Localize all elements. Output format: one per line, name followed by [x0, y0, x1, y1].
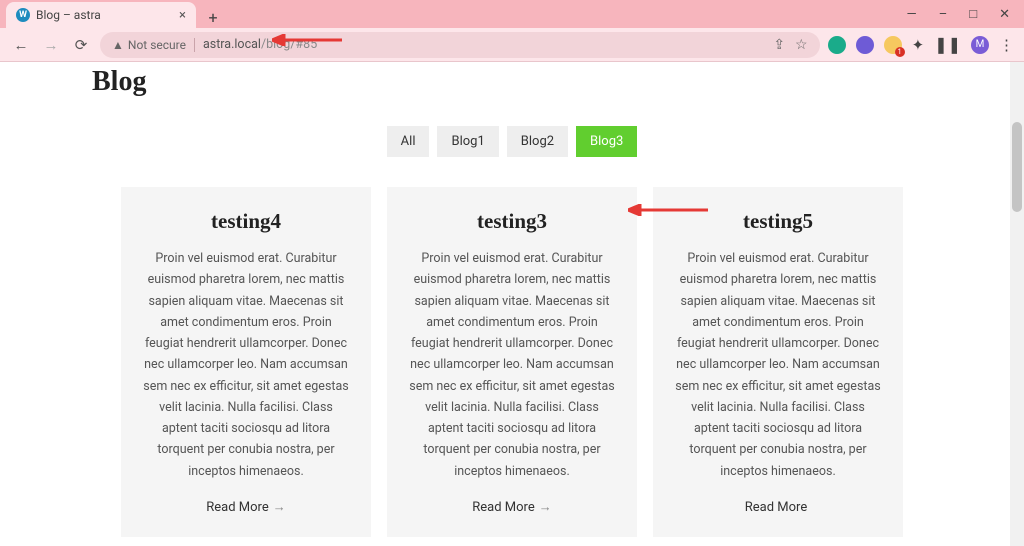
- browser-tab[interactable]: W Blog – astra ×: [6, 2, 196, 28]
- dash-icon[interactable]: –: [939, 7, 948, 22]
- pause-icon[interactable]: ❚❚: [934, 35, 961, 54]
- post-excerpt: Proin vel euismod erat. Curabitur euismo…: [407, 248, 617, 482]
- tab-strip: W Blog – astra × +: [0, 0, 224, 28]
- post-card: testing5 Proin vel euismod erat. Curabit…: [653, 187, 903, 537]
- post-title[interactable]: testing3: [407, 209, 617, 234]
- post-title[interactable]: testing5: [673, 209, 883, 234]
- filter-blog3[interactable]: Blog3: [576, 126, 637, 157]
- extension-icons: ✦ ❚❚ M ⋮: [828, 35, 1014, 54]
- filter-blog1[interactable]: Blog1: [437, 126, 498, 157]
- read-more-label: Read More: [206, 500, 268, 515]
- post-card: testing4 Proin vel euismod erat. Curabit…: [121, 187, 371, 537]
- bookmark-icon[interactable]: ☆: [795, 37, 808, 53]
- warning-icon: ▲: [112, 38, 124, 52]
- extension-green-icon[interactable]: [828, 36, 846, 54]
- read-more-label: Read More: [472, 500, 534, 515]
- window-titlebar: W Blog – astra × + — – □ ✕: [0, 0, 1024, 28]
- scrollbar-thumb[interactable]: [1012, 122, 1022, 212]
- menu-kebab-icon[interactable]: ⋮: [999, 36, 1014, 54]
- url-path: /blog/#85: [261, 37, 317, 52]
- url-host: astra.local: [203, 37, 261, 52]
- post-excerpt: Proin vel euismod erat. Curabitur euismo…: [141, 248, 351, 482]
- post-excerpt: Proin vel euismod erat. Curabitur euismo…: [673, 248, 883, 482]
- maximize-icon[interactable]: □: [969, 6, 977, 22]
- reload-button[interactable]: ⟳: [70, 34, 92, 56]
- tab-title: Blog – astra: [36, 8, 101, 22]
- extensions-menu-icon[interactable]: ✦: [912, 36, 925, 54]
- browser-toolbar: ← → ⟳ ▲ Not secure astra.local/blog/#85 …: [0, 28, 1024, 62]
- read-more-link[interactable]: Read More →: [206, 499, 285, 515]
- back-button[interactable]: ←: [10, 34, 32, 56]
- page-content: Blog All Blog1 Blog2 Blog3 testing4 Proi…: [0, 62, 1024, 546]
- extension-yellow-badge-icon[interactable]: [884, 36, 902, 54]
- page-viewport: Blog All Blog1 Blog2 Blog3 testing4 Proi…: [0, 62, 1024, 546]
- separator: [194, 38, 195, 52]
- minimize-icon[interactable]: —: [907, 7, 917, 22]
- extension-purple-icon[interactable]: [856, 36, 874, 54]
- post-title[interactable]: testing4: [141, 209, 351, 234]
- post-grid: testing4 Proin vel euismod erat. Curabit…: [0, 187, 1024, 537]
- share-icon[interactable]: ⇪: [773, 37, 785, 53]
- filter-tabs: All Blog1 Blog2 Blog3: [0, 126, 1024, 157]
- address-bar[interactable]: ▲ Not secure astra.local/blog/#85 ⇪ ☆: [100, 32, 820, 58]
- arrow-right-icon: →: [273, 499, 286, 515]
- close-tab-icon[interactable]: ×: [179, 8, 186, 23]
- profile-avatar-icon[interactable]: M: [971, 36, 989, 54]
- security-label: Not secure: [128, 38, 186, 52]
- read-more-label: Read More: [745, 500, 807, 515]
- new-tab-button[interactable]: +: [202, 6, 224, 28]
- filter-blog2[interactable]: Blog2: [507, 126, 568, 157]
- close-window-icon[interactable]: ✕: [999, 7, 1010, 22]
- filter-all[interactable]: All: [387, 126, 430, 157]
- window-controls: — – □ ✕: [907, 6, 1024, 22]
- arrow-right-icon: →: [539, 499, 552, 515]
- read-more-link[interactable]: Read More →: [472, 499, 551, 515]
- security-indicator[interactable]: ▲ Not secure: [112, 38, 186, 52]
- page-title: Blog: [92, 66, 1024, 98]
- forward-button[interactable]: →: [40, 34, 62, 56]
- read-more-link[interactable]: Read More: [745, 500, 811, 515]
- wordpress-favicon-icon: W: [16, 8, 30, 22]
- scrollbar-track[interactable]: [1010, 62, 1024, 546]
- post-card: testing3 Proin vel euismod erat. Curabit…: [387, 187, 637, 537]
- url-text: astra.local/blog/#85: [203, 37, 317, 52]
